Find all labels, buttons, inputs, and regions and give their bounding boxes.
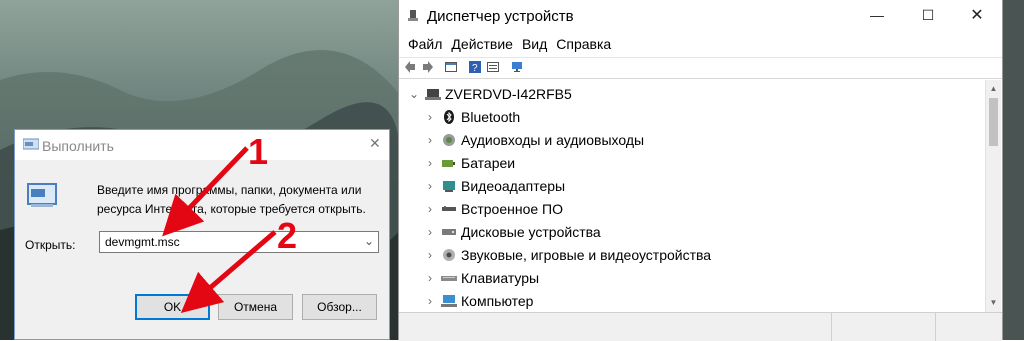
computer-icon — [425, 88, 441, 100]
expand-chevron-icon[interactable]: › — [423, 110, 437, 124]
open-input-value: devmgmt.msc — [105, 235, 180, 249]
tree-item-label: Дисковые устройства — [461, 223, 601, 240]
toolbar: ? — [399, 57, 1002, 79]
computer-name: ZVERDVD-I42RFB5 — [445, 85, 572, 102]
svg-text:?: ? — [472, 63, 478, 73]
keyboard-icon — [441, 275, 457, 281]
tree-item-keyboards[interactable]: › Клавиатуры — [423, 266, 539, 289]
forward-icon[interactable] — [421, 61, 433, 73]
minimize-button[interactable]: — — [854, 0, 900, 30]
ok-button[interactable]: OK — [135, 294, 210, 320]
browse-button[interactable]: Обзор... — [302, 294, 377, 320]
expand-chevron-icon[interactable]: › — [423, 294, 437, 308]
tree-item-batteries[interactable]: › Батареи — [423, 151, 515, 174]
menu-view[interactable]: Вид — [522, 36, 547, 52]
annotation-number-2: 2 — [277, 215, 298, 256]
status-cell — [831, 313, 936, 341]
tree-item-computer[interactable]: › Компьютер — [423, 289, 533, 312]
tree-item-bluetooth[interactable]: › Bluetooth — [423, 105, 520, 128]
annotation-number-1: 1 — [248, 131, 269, 172]
tree-item-label: Bluetooth — [461, 108, 521, 125]
run-dialog-titlebar: Выполнить ✕ — [15, 130, 389, 160]
menu-help[interactable]: Справка — [556, 36, 611, 52]
menu-action[interactable]: Действие — [451, 36, 513, 52]
device-manager-icon — [408, 10, 418, 21]
device-tree: ⌄ ZVERDVD-I42RFB5 › Bluetooth › Аудиовхо… — [399, 80, 983, 312]
tree-item-firmware[interactable]: › Встроенное ПО — [423, 197, 563, 220]
device-manager-titlebar: Диспетчер устройств — ☐ ✕ — [399, 0, 1002, 32]
tree-item-label: Аудиовходы и аудиовыходы — [461, 131, 645, 148]
close-button[interactable]: ✕ — [954, 0, 1000, 30]
display-adapter-icon — [443, 180, 455, 192]
cancel-button[interactable]: Отмена — [218, 294, 293, 320]
help-icon[interactable]: ? — [469, 61, 481, 73]
run-dialog-close-button[interactable]: ✕ — [369, 135, 381, 152]
tree-item-label: Видеоадаптеры — [461, 177, 566, 194]
expand-chevron-icon[interactable]: › — [423, 225, 437, 239]
tree-item-disk-drives[interactable]: › Дисковые устройства — [423, 220, 601, 243]
run-program-icon — [27, 183, 57, 207]
monitor-icon[interactable] — [511, 61, 523, 73]
expand-chevron-icon[interactable]: › — [423, 179, 437, 193]
battery-icon — [442, 159, 455, 167]
run-description: Введите имя программы, папки, документа … — [97, 183, 366, 216]
expand-chevron-icon[interactable]: › — [423, 133, 437, 147]
sound-icon — [443, 248, 455, 261]
run-icon — [23, 138, 39, 150]
menu-file[interactable]: Файл — [408, 36, 442, 52]
tree-item-sound[interactable]: › Звуковые, игровые и видеоустройства — [423, 243, 711, 266]
tree-item-label: Компьютер — [461, 292, 534, 309]
expand-chevron-icon[interactable]: › — [423, 271, 437, 285]
run-dialog-title: Выполнить — [42, 138, 114, 154]
firmware-icon — [442, 205, 456, 211]
scroll-thumb[interactable] — [989, 98, 998, 146]
run-dialog: Выполнить ✕ Введите имя программы, папки… — [14, 129, 390, 340]
collapse-chevron-icon[interactable]: ⌄ — [407, 87, 421, 101]
open-input[interactable]: devmgmt.msc ⌄ — [99, 231, 379, 253]
disk-drive-icon — [442, 228, 456, 235]
menu-bar: Файл Действие Вид Справка — [408, 36, 620, 52]
bluetooth-icon — [444, 109, 454, 124]
audio-icon — [443, 133, 455, 146]
expand-chevron-icon[interactable]: › — [423, 248, 437, 262]
maximize-button[interactable]: ☐ — [905, 0, 951, 30]
scroll-up-icon[interactable]: ▲ — [986, 82, 1001, 96]
window-title: Диспетчер устройств — [427, 8, 574, 25]
scroll-down-icon[interactable]: ▼ — [986, 296, 1001, 310]
tree-root[interactable]: ⌄ ZVERDVD-I42RFB5 — [407, 82, 572, 105]
expand-chevron-icon[interactable]: › — [423, 156, 437, 170]
open-label: Открыть: — [25, 238, 76, 252]
status-cell — [935, 313, 1002, 341]
view-icon[interactable] — [487, 61, 499, 73]
expand-chevron-icon[interactable]: › — [423, 202, 437, 216]
computer-icon — [441, 294, 457, 307]
tree-item-audio[interactable]: › Аудиовходы и аудиовыходы — [423, 128, 644, 151]
tree-item-label: Звуковые, игровые и видеоустройства — [461, 246, 712, 263]
tree-item-label: Батареи — [461, 154, 516, 171]
dropdown-chevron-icon[interactable]: ⌄ — [364, 234, 374, 248]
tree-item-label: Клавиатуры — [461, 269, 540, 286]
tree-item-label: Встроенное ПО — [461, 200, 563, 217]
device-manager-window: Диспетчер устройств — ☐ ✕ Файл Действие … — [398, 0, 1003, 341]
vertical-scrollbar[interactable]: ▲ ▼ — [985, 80, 1001, 312]
back-icon[interactable] — [405, 61, 417, 73]
tree-item-display-adapters[interactable]: › Видеоадаптеры — [423, 174, 565, 197]
status-bar — [399, 312, 1002, 341]
properties-icon[interactable] — [445, 61, 457, 73]
